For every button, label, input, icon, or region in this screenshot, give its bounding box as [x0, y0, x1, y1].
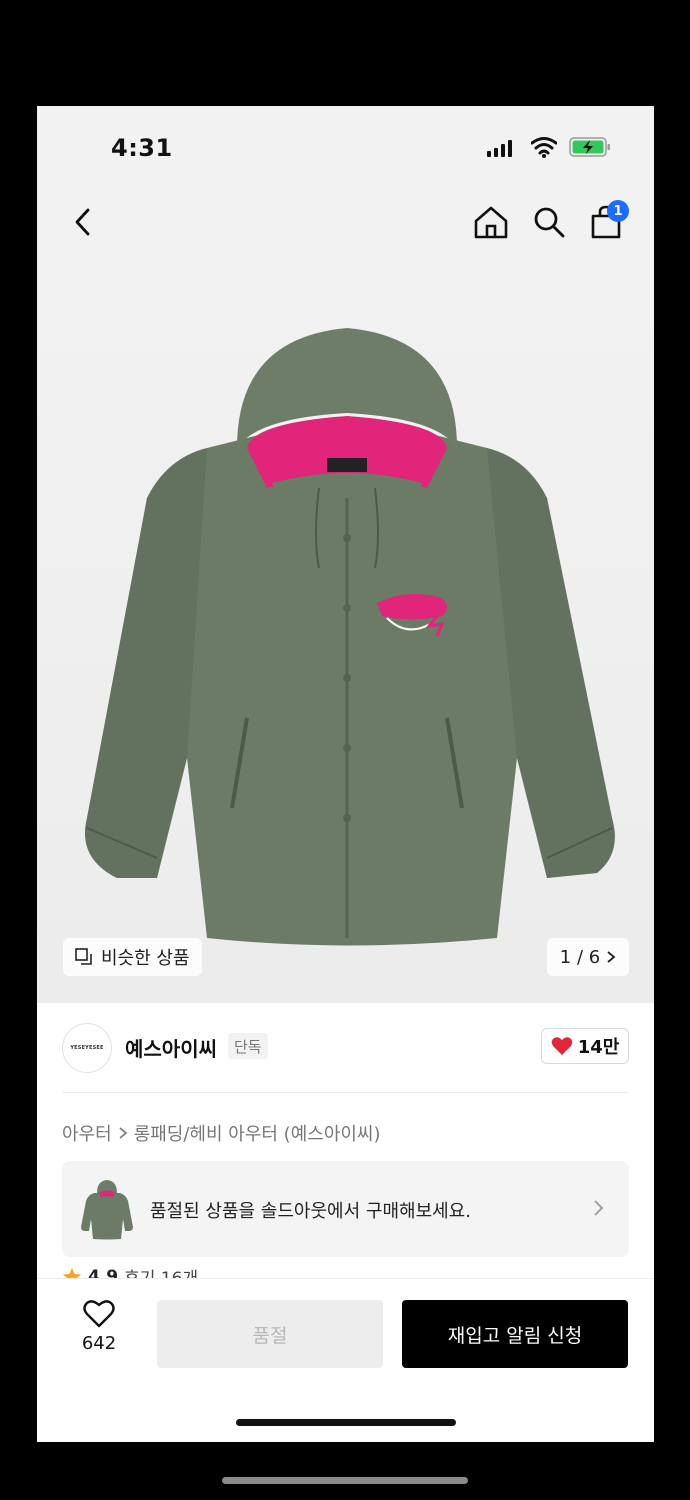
bottom-action-bar: 642 품절 재입고 알림 신청 — [37, 1278, 654, 1442]
brand-logo[interactable]: YESEYESEE — [62, 1023, 112, 1073]
brand-name[interactable]: 예스아이씨 — [125, 1033, 217, 1062]
brand-like-count: 14만 — [577, 1037, 620, 1058]
image-pager-label: 1 / 6 — [559, 946, 601, 968]
breadcrumb-subcategory[interactable]: 롱패딩/헤비 아우터 (예스아이씨) — [134, 1120, 381, 1146]
heart-filled-icon — [551, 1037, 572, 1055]
brand-row: YESEYESEE 예스아이씨 단독 14만 — [37, 1003, 654, 1093]
copy-icon — [75, 948, 92, 965]
similar-products-label: 비슷한 상품 — [101, 948, 190, 969]
phone-screen: 4:31 1 비슷한 상품 1 / 6 YESEYESEE 예스아이씨 단독 1… — [37, 106, 654, 1442]
home-button[interactable] — [471, 202, 511, 242]
back-button[interactable] — [63, 202, 103, 242]
chevron-left-icon — [75, 208, 90, 236]
product-image-jacket — [85, 328, 615, 946]
banner-text: 품절된 상품을 솔드아웃에서 구매해보세요. — [150, 1201, 471, 1222]
breadcrumb-category[interactable]: 아우터 — [62, 1120, 112, 1146]
status-time: 4:31 — [111, 134, 173, 162]
home-indicator[interactable] — [236, 1419, 456, 1426]
soldout-button: 품절 — [157, 1300, 383, 1368]
status-bar: 4:31 — [37, 106, 654, 186]
home-icon — [474, 206, 508, 239]
chevron-right-icon — [119, 1127, 127, 1139]
exclusive-badge: 단독 — [228, 1033, 268, 1059]
soldout-market-banner[interactable]: 품절된 상품을 솔드아웃에서 구매해보세요. — [62, 1161, 629, 1257]
product-image-gallery[interactable]: 비슷한 상품 1 / 6 — [37, 258, 654, 1003]
cart-count-badge: 1 — [607, 200, 629, 222]
breadcrumb: 아우터 롱패딩/헤비 아우터 (예스아이씨) — [62, 1120, 381, 1146]
brand-like-button[interactable]: 14만 — [541, 1028, 629, 1064]
search-button[interactable] — [529, 202, 569, 242]
outer-home-indicator — [222, 1477, 468, 1484]
chevron-right-icon — [607, 951, 616, 963]
image-pager[interactable]: 1 / 6 — [547, 938, 629, 976]
search-icon — [534, 207, 565, 238]
wishlist-count: 642 — [81, 1333, 117, 1354]
battery-charging-icon — [569, 137, 610, 157]
banner-product-thumbnail — [81, 1180, 133, 1240]
similar-products-button[interactable]: 비슷한 상품 — [63, 938, 202, 976]
restock-alert-button[interactable]: 재입고 알림 신청 — [402, 1300, 628, 1368]
chevron-right-icon — [594, 1200, 604, 1216]
heart-outline-icon — [83, 1300, 115, 1328]
top-nav — [37, 186, 654, 258]
signal-icon — [487, 140, 512, 157]
wishlist-button[interactable]: 642 — [73, 1299, 125, 1363]
wifi-icon — [531, 137, 557, 158]
brand-logo-text: YESEYESEE — [70, 1045, 104, 1051]
divider — [62, 1092, 629, 1093]
